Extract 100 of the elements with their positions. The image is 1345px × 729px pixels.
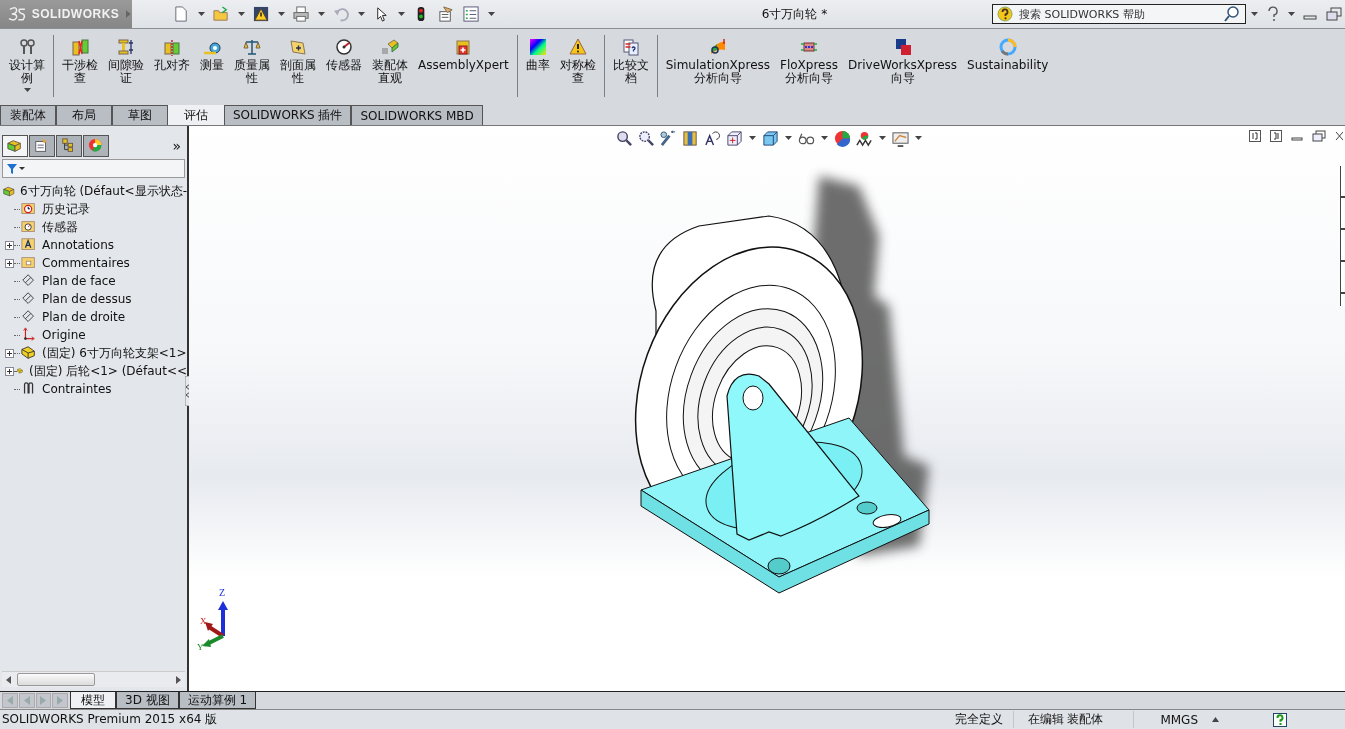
ribbon-tab[interactable]: 布局 [56, 105, 112, 125]
more-tabs-button[interactable]: » [172, 138, 185, 157]
printer-icon [293, 5, 310, 23]
ribbon-command[interactable]: Sustainability [962, 35, 1054, 75]
caret-icon[interactable] [398, 11, 405, 17]
ribbon-command[interactable]: DriveWorksXpress 向导 [843, 35, 963, 88]
unit-system-button[interactable]: MMGS [1138, 712, 1208, 727]
view-tool-button[interactable] [891, 129, 910, 148]
view-tool-button[interactable] [637, 129, 656, 148]
expand-icon[interactable] [5, 366, 14, 376]
close-icon[interactable] [1335, 130, 1343, 142]
ribbon-command[interactable]: 装配体 直观 [367, 35, 413, 88]
ribbon-command[interactable]: 干涉检 查 [57, 35, 103, 88]
split-right-icon[interactable] [1270, 130, 1282, 142]
filter-icon[interactable] [6, 162, 26, 175]
hole-align-icon [163, 38, 181, 56]
ribbon-tab[interactable]: 装配体 [0, 105, 56, 125]
ribbon-tab[interactable]: SOLIDWORKS MBD [351, 105, 483, 125]
caret-icon[interactable] [238, 11, 245, 17]
document-tab[interactable]: 运动算例 1 [178, 692, 257, 709]
appearance-ball-icon [834, 130, 851, 147]
caret-icon[interactable] [749, 136, 756, 141]
scroll-right-icon[interactable] [174, 675, 182, 684]
ribbon-command[interactable]: 孔对齐 [149, 35, 195, 75]
caret-icon[interactable] [278, 11, 285, 17]
interference-icon [71, 38, 89, 56]
tree-item[interactable]: Commentaires [42, 256, 130, 270]
document-tab[interactable]: 3D 视图 [116, 692, 179, 709]
restore-icon[interactable] [1312, 130, 1326, 142]
zoom-to-fit-icon [616, 130, 633, 147]
tree-item[interactable]: 历史记录 [42, 200, 90, 218]
caret-icon[interactable] [198, 11, 205, 17]
scrollbar-thumb[interactable] [17, 673, 95, 686]
tree-item[interactable]: 6寸万向轮 (Défaut<显示状态- [19, 182, 187, 200]
caret-icon[interactable] [358, 11, 365, 17]
ribbon-command[interactable]: 对称检 查 [554, 35, 601, 88]
restore-icon[interactable] [1326, 7, 1342, 21]
ribbon-command[interactable]: 设计算 例 [4, 35, 50, 96]
panel-tab[interactable] [2, 135, 28, 157]
ribbon-command[interactable]: SimulationXpress 分析向导 [660, 35, 776, 88]
caret-icon[interactable] [915, 136, 922, 141]
axis-label: Z [219, 588, 227, 598]
compare-documents-icon [621, 38, 640, 56]
ribbon-tab[interactable]: 草图 [112, 105, 168, 125]
caret-icon[interactable] [1288, 11, 1295, 17]
tree-item[interactable]: Contraintes [42, 382, 112, 396]
horizontal-scrollbar[interactable] [2, 671, 185, 687]
caret-icon[interactable] [821, 136, 828, 141]
ribbon-command[interactable]: AssemblyXpert [413, 35, 514, 75]
panel-tab[interactable] [56, 135, 82, 157]
split-left-icon[interactable] [1249, 130, 1261, 142]
tree-item[interactable]: 传感器 [42, 218, 78, 236]
ribbon-command[interactable]: 质量属 性 [229, 35, 275, 88]
quick-tips-icon[interactable] [1273, 712, 1287, 727]
tree-item[interactable]: Annotations [42, 238, 115, 252]
help-icon[interactable] [1266, 6, 1280, 22]
definition-status: 完全定义 [944, 711, 1014, 728]
view-orientation-icon [726, 130, 743, 147]
panel-tab[interactable] [83, 135, 109, 157]
scroll-left-icon[interactable] [5, 675, 13, 684]
ribbon-command[interactable]: FloXpress 分析向导 [775, 35, 843, 88]
tree-item[interactable]: (固定) 后轮<1> (Défaut<< [28, 362, 187, 380]
view-tool-button[interactable] [725, 129, 744, 148]
search-icon[interactable] [1223, 5, 1241, 23]
tree-item[interactable]: Plan de dessus [42, 292, 132, 306]
view-tool-button[interactable] [833, 129, 852, 148]
help-search-box[interactable]: 搜索 SOLIDWORKS 帮助 [992, 4, 1246, 24]
gauge-icon [335, 38, 353, 56]
tree-item[interactable]: (固定) 6寸万向轮支架<1> [42, 344, 187, 362]
caret-icon[interactable] [1251, 11, 1258, 17]
view-tool-button[interactable] [703, 129, 722, 148]
view-tool-button[interactable] [761, 129, 780, 148]
document-tab[interactable]: 模型 [70, 692, 116, 709]
view-tool-button[interactable] [659, 129, 678, 148]
tree-item[interactable]: Plan de face [42, 274, 116, 288]
ribbon-command[interactable]: 曲率 [520, 35, 555, 75]
expand-icon[interactable] [5, 348, 14, 358]
ribbon-tab[interactable]: SOLIDWORKS 插件 [224, 105, 352, 125]
help-search-field[interactable]: 搜索 SOLIDWORKS 帮助 [1017, 6, 1219, 22]
expand-icon[interactable] [5, 240, 14, 250]
expand-icon[interactable] [5, 258, 14, 268]
caret-icon[interactable] [785, 136, 792, 141]
ribbon-command[interactable]: 传感器 [321, 35, 367, 75]
view-tool-button[interactable] [855, 129, 874, 148]
ribbon-command[interactable]: 间隙验 证 [103, 35, 149, 88]
panel-tab[interactable] [29, 135, 55, 157]
caret-icon[interactable] [488, 11, 495, 17]
tree-item[interactable]: Origine [42, 328, 86, 342]
ribbon-command[interactable]: 剖面属 性 [275, 35, 321, 88]
plane-icon [21, 309, 37, 325]
ribbon-tab[interactable]: 评估 [168, 105, 224, 125]
ribbon-command[interactable]: 比较文 档 [607, 35, 654, 88]
view-tool-button[interactable] [615, 129, 634, 148]
task-pane-tabs[interactable] [1340, 166, 1345, 306]
caret-icon[interactable] [318, 11, 325, 17]
caret-icon[interactable] [23, 88, 31, 93]
ribbon-command[interactable]: 测量 [195, 35, 229, 75]
tree-item[interactable]: Plan de droite [42, 310, 126, 324]
caret-icon[interactable] [879, 136, 886, 141]
caret-up-icon[interactable] [1212, 717, 1219, 722]
